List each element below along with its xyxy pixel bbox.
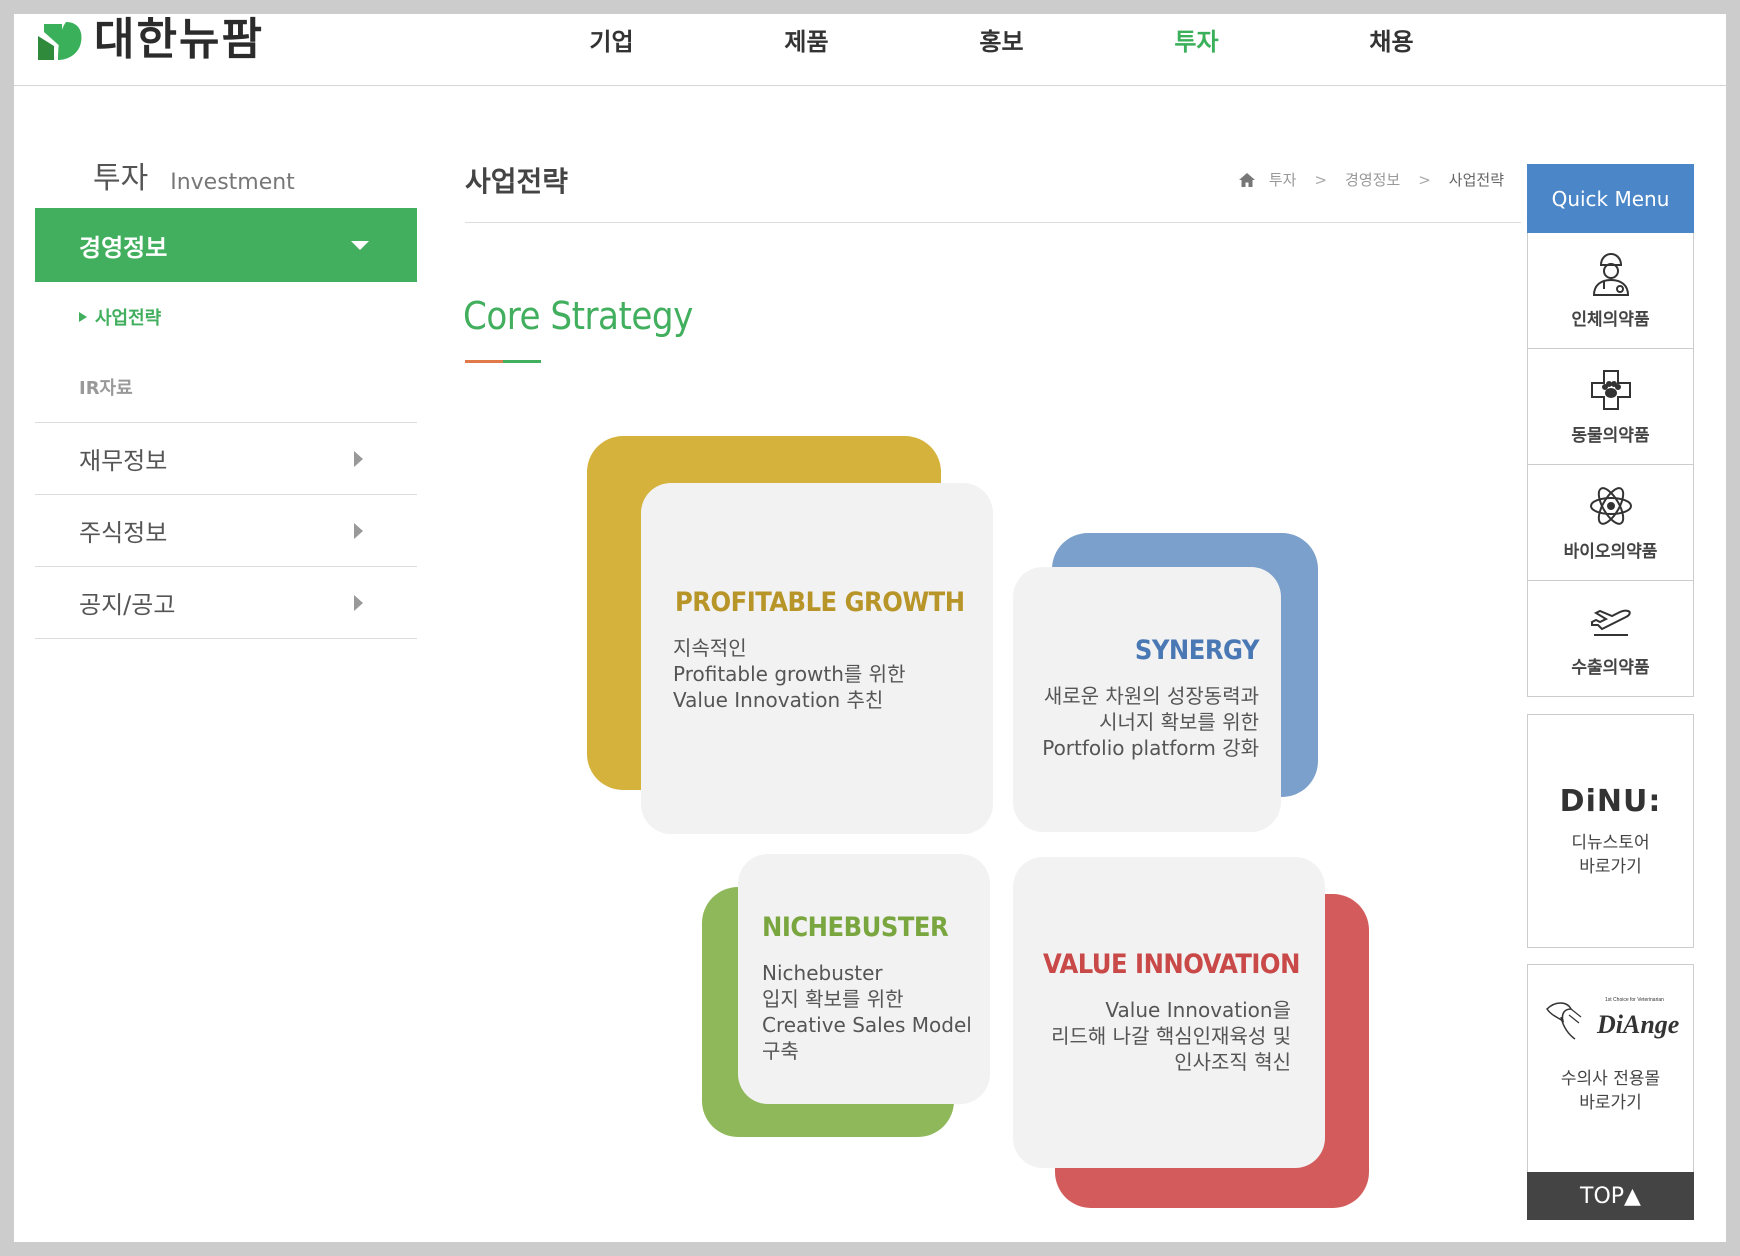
side-menu-label: 공지/공고 xyxy=(79,591,176,619)
atom-icon xyxy=(1589,487,1632,525)
sub-item-business-strategy[interactable]: 사업전략 xyxy=(35,282,417,352)
quick-menu-label: 수출의약품 xyxy=(1571,658,1650,678)
caret-right-icon xyxy=(354,522,363,539)
side-menu-financial[interactable]: 재무정보 xyxy=(35,423,417,495)
profitable-growth-desc: 지속적인 Profitable growth를 위한 Value Innovat… xyxy=(673,636,906,712)
diange-tagline: 1st Choice for Veterinarian xyxy=(1605,997,1664,1003)
heading-underline xyxy=(465,360,541,363)
profitable-growth-card: PROFITABLE GROWTH 지속적인 Profitable growth… xyxy=(641,483,993,834)
logo-text: 대한뉴팜 xyxy=(94,14,264,65)
diange-logo-text: DiAnge xyxy=(1596,1010,1679,1039)
nichebuster-desc: Nichebuster 입지 확보를 위한 Creative Sales Mod… xyxy=(762,961,972,1063)
scroll-top-button[interactable]: TOP▲ xyxy=(1527,1172,1694,1220)
home-icon[interactable] xyxy=(1238,172,1255,187)
synergy-card: SYNERGY 새로운 차원의 성장동력과 시너지 확보를 위한 Portfol… xyxy=(1013,567,1281,832)
site-header: 대한뉴팜 기업 제품 홍보 투자 채용 xyxy=(14,14,1726,86)
synergy-title: SYNERGY xyxy=(1134,635,1260,666)
nichebuster-title: NICHEBUSTER xyxy=(762,912,949,943)
breadcrumb-item[interactable]: 투자 xyxy=(1269,169,1297,190)
breadcrumb-item: 사업전략 xyxy=(1448,171,1504,189)
quick-menu: Quick Menu 인체의약품 동물의약품 바이오의약품 수출의약품 xyxy=(1527,164,1694,697)
quick-menu-label: 바이오의약품 xyxy=(1563,542,1658,562)
diange-mall-link[interactable]: 1st Choice for Veterinarian DiAnge 수의사 전… xyxy=(1527,964,1694,1172)
profitable-growth-title: PROFITABLE GROWTH xyxy=(675,587,965,618)
nav-item-investment[interactable]: 투자 xyxy=(1099,22,1294,57)
side-menu-stock[interactable]: 주식정보 xyxy=(35,495,417,567)
value-innovation-card: VALUE INNOVATION Value Innovation을 리드해 나… xyxy=(1013,857,1325,1168)
airplane-icon xyxy=(1590,609,1631,636)
title-divider xyxy=(465,222,1521,223)
side-nav-active-section[interactable]: 경영정보 xyxy=(35,208,417,282)
caret-right-icon xyxy=(354,594,363,611)
quick-menu-animal-drugs[interactable]: 동물의약품 xyxy=(1527,349,1694,465)
side-nav-subtitle: Investment xyxy=(170,170,295,195)
quick-menu-label: 인체의약품 xyxy=(1571,310,1650,330)
side-nav-title: 투자 xyxy=(93,161,149,196)
quick-menu-bio-drugs[interactable]: 바이오의약품 xyxy=(1527,465,1694,581)
nav-item-pr[interactable]: 홍보 xyxy=(904,22,1099,57)
chevron-right-icon: > xyxy=(1314,170,1328,189)
core-strategy-heading: Core Strategy xyxy=(463,294,693,338)
active-section-label: 경영정보 xyxy=(79,233,168,262)
dinu-link-text: 디뉴스토어 바로가기 xyxy=(1571,832,1650,877)
value-innovation-desc: Value Innovation을 리드해 나갈 핵심인재육성 및 인사조직 혁… xyxy=(1051,998,1291,1074)
leaf-logo-icon xyxy=(38,22,82,60)
nav-item-products[interactable]: 제품 xyxy=(709,22,904,57)
chevron-right-icon: > xyxy=(1418,170,1431,189)
doctor-icon xyxy=(1592,252,1629,296)
sub-item-ir[interactable]: IR자료 xyxy=(35,352,417,422)
side-nav-header: 투자 Investment xyxy=(35,154,417,208)
value-innovation-title: VALUE INNOVATION xyxy=(1043,949,1300,980)
nichebuster-card: NICHEBUSTER Nichebuster 입지 확보를 위한 Creati… xyxy=(738,854,990,1104)
breadcrumb-item[interactable]: 경영정보 xyxy=(1345,169,1400,190)
diange-link-text: 수의사 전용몰 바로가기 xyxy=(1560,1069,1661,1113)
nav-item-company[interactable]: 기업 xyxy=(514,22,709,57)
side-nav: 투자 Investment 경영정보 사업전략 IR자료 재무정보 주식정보 공… xyxy=(35,154,417,639)
synergy-desc: 새로운 차원의 성장동력과 시너지 확보를 위한 Portfolio platf… xyxy=(1042,684,1259,760)
diange-logo-icon: 1st Choice for Veterinarian DiAnge xyxy=(1545,997,1679,1040)
quick-menu-title: Quick Menu xyxy=(1527,164,1694,233)
nav-item-careers[interactable]: 채용 xyxy=(1294,22,1489,57)
caret-down-icon xyxy=(351,240,369,250)
quick-menu-human-drugs[interactable]: 인체의약품 xyxy=(1527,233,1694,349)
side-menu-notice[interactable]: 공지/공고 xyxy=(35,567,417,639)
page: 대한뉴팜 기업 제품 홍보 투자 채용 투자 Investment 경영정보 사… xyxy=(14,14,1726,1242)
dinu-logo: DiNU: xyxy=(1559,783,1662,819)
sub-menu: 사업전략 IR자료 xyxy=(35,282,417,423)
paw-cross-icon xyxy=(1590,370,1631,410)
dinu-store-link[interactable]: DiNU: 디뉴스토어 바로가기 xyxy=(1527,714,1694,948)
global-nav: 기업 제품 홍보 투자 채용 xyxy=(514,22,1489,57)
site-logo[interactable]: 대한뉴팜 xyxy=(36,14,264,66)
breadcrumb: 투자 > 경영정보 > 사업전략 xyxy=(1238,169,1504,190)
quick-menu-export-drugs[interactable]: 수출의약품 xyxy=(1527,581,1694,697)
caret-right-icon xyxy=(354,450,363,467)
side-menu-label: 주식정보 xyxy=(79,519,168,547)
quick-menu-label: 동물의약품 xyxy=(1571,426,1650,446)
page-title: 사업전략 xyxy=(465,165,569,198)
side-menu-label: 재무정보 xyxy=(79,447,168,475)
